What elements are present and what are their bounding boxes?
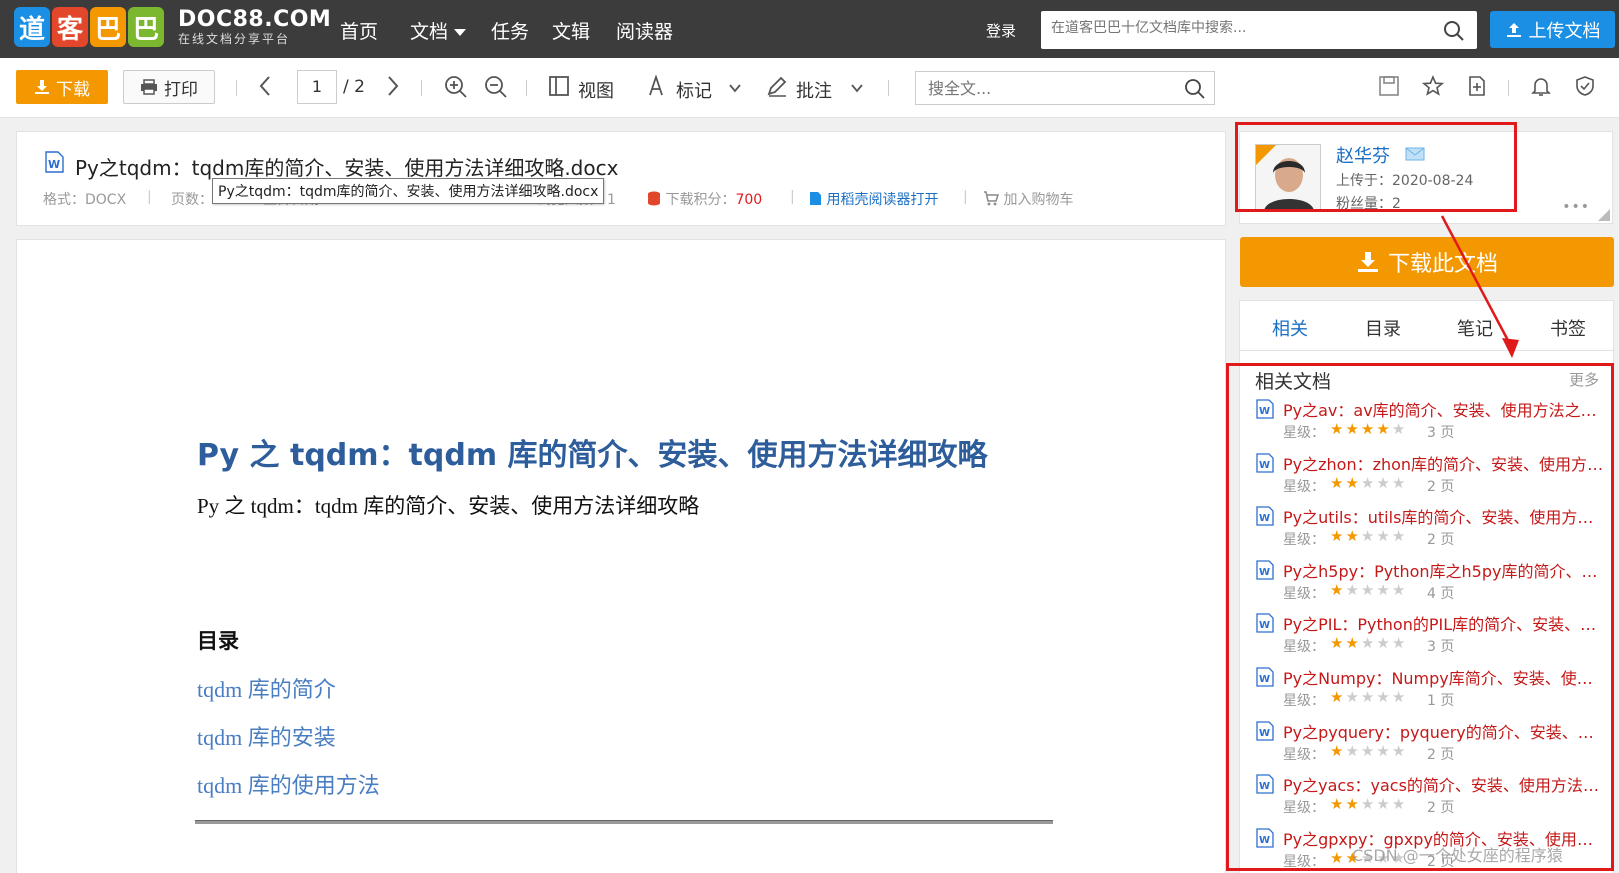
watermark: CSDN @一个处女座的程序猿 [1352, 846, 1563, 865]
annotation-arrow-icon [1440, 215, 1519, 358]
